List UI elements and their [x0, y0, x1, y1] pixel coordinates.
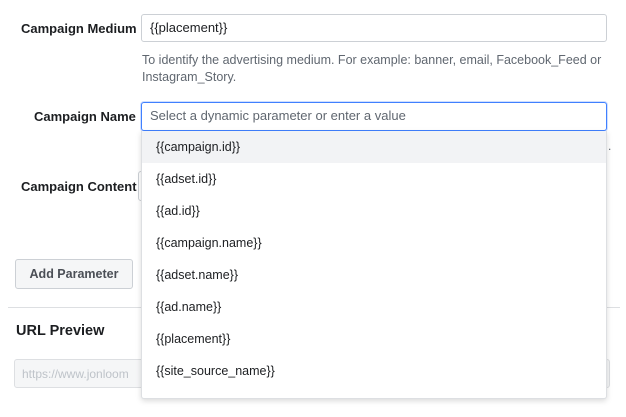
campaign-content-label: Campaign Content — [21, 179, 137, 194]
campaign-medium-label: Campaign Medium — [21, 21, 137, 36]
campaign-medium-helper: To identify the advertising medium. For … — [142, 53, 602, 84]
dropdown-option[interactable]: {{campaign.name}} — [142, 227, 606, 259]
hidden-helper-fragment: . — [608, 139, 612, 153]
campaign-name-label: Campaign Name — [34, 109, 136, 124]
dropdown-option[interactable]: {{adset.name}} — [142, 259, 606, 291]
url-preview-title: URL Preview — [16, 323, 105, 339]
dropdown-option[interactable]: {{ad.name}} — [142, 291, 606, 323]
utm-parameters-panel: Campaign Medium {{placement}} To identif… — [0, 0, 626, 417]
dynamic-parameter-dropdown[interactable]: {{campaign.id}} {{adset.id}} {{ad.id}} {{ca… — [141, 131, 607, 399]
dropdown-option[interactable]: {{placement}} — [142, 323, 606, 355]
dropdown-option[interactable]: {{ad.id}} — [142, 195, 606, 227]
dropdown-option[interactable]: {{campaign.id}} — [142, 131, 606, 163]
campaign-name-input[interactable]: Select a dynamic parameter or enter a va… — [141, 102, 607, 131]
add-parameter-button[interactable]: Add Parameter — [15, 259, 133, 289]
url-preview-text: https://www.jonloom — [22, 367, 129, 381]
campaign-medium-input[interactable]: {{placement}} — [141, 14, 607, 42]
dropdown-option[interactable]: {{site_source_name}} — [142, 355, 606, 387]
campaign-medium-value: {{placement}} — [150, 20, 228, 35]
campaign-name-placeholder: Select a dynamic parameter or enter a va… — [150, 108, 406, 123]
dropdown-option[interactable]: {{adset.id}} — [142, 163, 606, 195]
